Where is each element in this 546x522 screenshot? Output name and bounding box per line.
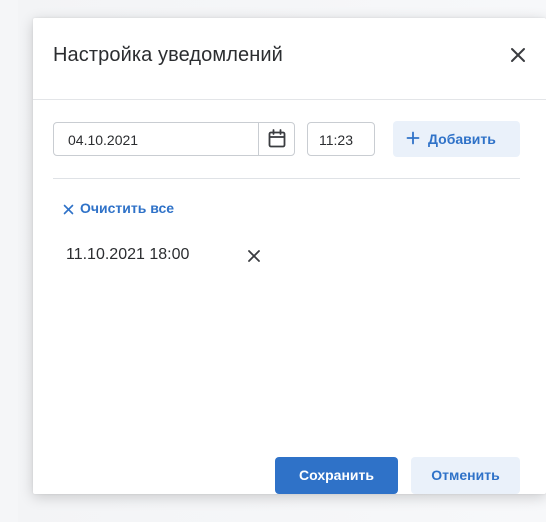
save-button[interactable]: Сохранить [275, 457, 398, 494]
close-icon [511, 48, 525, 62]
dialog-title: Настройка уведомлений [53, 44, 283, 66]
add-notification-button[interactable]: Добавить [393, 121, 520, 157]
add-notification-label: Добавить [428, 131, 496, 147]
notification-settings-dialog: Настройка уведомлений 04.10.2021 11:23 Д… [33, 18, 546, 494]
background-panel-edge [0, 0, 18, 522]
cancel-button-label: Отменить [431, 467, 500, 483]
remove-notification-button[interactable] [244, 246, 264, 266]
calendar-icon [268, 129, 286, 148]
date-field-value: 04.10.2021 [68, 132, 139, 148]
time-field[interactable]: 11:23 [307, 122, 375, 156]
close-icon [248, 250, 260, 262]
time-field-value: 11:23 [319, 132, 353, 148]
divider [53, 178, 520, 179]
calendar-button[interactable] [258, 123, 295, 155]
plus-icon [406, 131, 420, 145]
dialog-header: Настройка уведомлений [33, 18, 546, 100]
date-field[interactable]: 04.10.2021 [53, 122, 295, 156]
notification-datetime: 11.10.2021 18:00 [66, 246, 190, 263]
clear-all-label: Очистить все [80, 200, 175, 216]
save-button-label: Сохранить [299, 467, 374, 483]
close-dialog-button[interactable] [505, 42, 531, 68]
close-icon [63, 204, 74, 215]
cancel-button[interactable]: Отменить [411, 457, 520, 494]
